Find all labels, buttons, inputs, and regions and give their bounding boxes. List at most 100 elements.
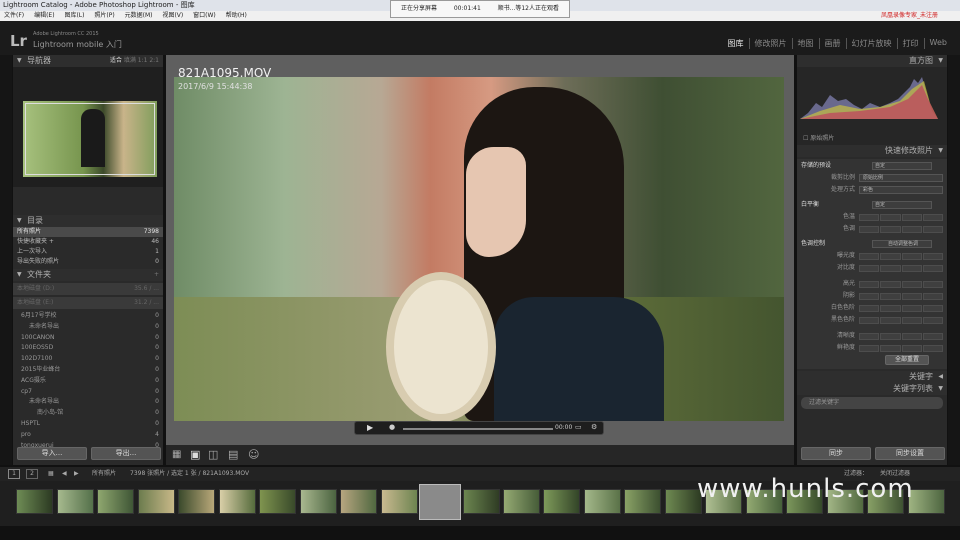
volume-row[interactable]: 本地磁盘 (D:) 35.6 / ...	[13, 283, 163, 295]
filmstrip-thumbnail[interactable]	[138, 489, 175, 514]
back-arrow-icon[interactable]: ◀	[62, 467, 67, 481]
folder-item[interactable]: ACG摄乐 0	[13, 376, 163, 387]
folder-item[interactable]: 未命名导出 0	[13, 397, 163, 408]
saved-preset-select[interactable]: 自定	[872, 162, 932, 170]
filmstrip-thumbnail[interactable]	[624, 489, 661, 514]
keywording-header[interactable]: 关键字 ◀	[797, 371, 947, 383]
catalog-header[interactable]: ▼ 目录	[13, 215, 163, 227]
tone-stepper[interactable]	[859, 280, 943, 288]
share-viewers[interactable]: 顺书...等12人正在观看	[498, 1, 559, 17]
filmstrip-thumbnail-selected[interactable]	[419, 484, 461, 520]
tone-stepper[interactable]	[859, 292, 943, 300]
compare-view-icon[interactable]: ◫	[208, 448, 218, 461]
scrubber-handle-icon[interactable]: ●	[389, 423, 395, 431]
tone-stepper[interactable]	[859, 344, 943, 352]
folder-item[interactable]: 2015毕业蜂台 0	[13, 365, 163, 376]
folder-item[interactable]: 6月17号学校 0	[13, 311, 163, 322]
module-print[interactable]: 打印	[896, 38, 924, 49]
menu-photo[interactable]: 照片(P)	[94, 12, 114, 19]
navigator-viewport[interactable]	[25, 103, 155, 175]
export-button[interactable]: 导出...	[91, 447, 161, 460]
menu-file[interactable]: 文件(F)	[4, 12, 24, 19]
folder-item[interactable]: 102D7100 0	[13, 354, 163, 365]
filmstrip-thumbnail[interactable]	[97, 489, 134, 514]
settings-gear-icon[interactable]: ⚙	[591, 423, 597, 431]
folders-header[interactable]: ▼ 文件夹 +	[13, 269, 163, 281]
module-web[interactable]: Web	[923, 38, 952, 49]
catalog-item[interactable]: 所有照片 7398	[13, 227, 163, 237]
wb-stepper[interactable]	[859, 213, 943, 221]
module-map[interactable]: 地图	[791, 38, 819, 49]
keyword-list-header[interactable]: 关键字列表 ▼	[797, 383, 947, 395]
original-photo-toggle[interactable]: ☐ 原始照片	[803, 133, 834, 142]
navigator-header[interactable]: ▼ 导航器 适合 填满 1:1 2:1	[13, 55, 163, 67]
import-button[interactable]: 导入...	[17, 447, 87, 460]
zoom-2-1[interactable]: 2:1	[149, 57, 159, 64]
reset-all-button[interactable]: 全部重置	[885, 355, 929, 365]
sync-button[interactable]: 同步	[801, 447, 871, 460]
folder-item[interactable]: 100CANON 0	[13, 333, 163, 344]
tone-stepper[interactable]	[859, 316, 943, 324]
filmstrip-thumbnail[interactable]	[57, 489, 94, 514]
forward-arrow-icon[interactable]: ▶	[74, 467, 79, 481]
menu-view[interactable]: 视图(V)	[162, 12, 183, 19]
histogram-header[interactable]: 直方图 ▼	[797, 55, 947, 67]
volume-row[interactable]: 本地磁盘 (E:) 31.2 / ...	[13, 297, 163, 309]
filmstrip-thumbnail[interactable]	[463, 489, 500, 514]
module-book[interactable]: 画册	[818, 38, 846, 49]
filmstrip-thumbnail[interactable]	[219, 489, 256, 514]
play-icon[interactable]: ▶	[367, 423, 373, 432]
zoom-1-1[interactable]: 1:1	[138, 57, 148, 64]
tone-stepper[interactable]	[859, 264, 943, 272]
white-balance-select[interactable]: 自定	[872, 201, 932, 209]
menu-window[interactable]: 窗口(W)	[193, 12, 216, 19]
tone-stepper[interactable]	[859, 332, 943, 340]
navigator-preview[interactable]	[13, 67, 163, 187]
filmstrip-thumbnail[interactable]	[543, 489, 580, 514]
treatment-select[interactable]: 彩色	[859, 186, 943, 194]
catalog-item[interactable]: 快捷收藏夹 + 46	[13, 237, 163, 247]
tone-stepper[interactable]	[859, 252, 943, 260]
quick-develop-header[interactable]: 快速修改照片 ▼	[797, 145, 947, 157]
zoom-fit[interactable]: 适合	[110, 57, 122, 64]
people-view-icon[interactable]: ☺	[248, 448, 259, 461]
folder-item[interactable]: pro 4	[13, 430, 163, 441]
menu-help[interactable]: 帮助(H)	[226, 12, 247, 19]
folder-item[interactable]: 南小岛-馆 0	[13, 408, 163, 419]
add-folder-icon[interactable]: +	[154, 269, 159, 281]
wb-stepper[interactable]	[859, 225, 943, 233]
keyword-filter-input[interactable]: 过滤关键字	[801, 397, 943, 409]
survey-view-icon[interactable]: ▤	[228, 448, 238, 461]
tone-stepper[interactable]	[859, 304, 943, 312]
folder-item[interactable]: 100EOS5D 0	[13, 343, 163, 354]
sync-settings-button[interactable]: 同步设置	[875, 447, 945, 460]
menu-edit[interactable]: 编辑(E)	[34, 12, 54, 19]
module-library[interactable]: 图库	[723, 38, 749, 49]
histogram-graph[interactable]	[800, 73, 938, 119]
filmstrip-source[interactable]: 所有照片	[92, 467, 116, 481]
zoom-fill[interactable]: 填满	[124, 57, 136, 64]
filmstrip-thumbnail[interactable]	[340, 489, 377, 514]
video-timeline[interactable]	[403, 428, 553, 430]
catalog-item[interactable]: 导出失败的照片 0	[13, 257, 163, 267]
catalog-item[interactable]: 上一次导入 1	[13, 247, 163, 257]
loupe-view-icon[interactable]: ▣	[190, 448, 200, 461]
filmstrip-thumbnail[interactable]	[381, 489, 418, 514]
folder-item[interactable]: 未命名导出 0	[13, 322, 163, 333]
grid-view-icon[interactable]: ▦	[172, 449, 181, 460]
module-develop[interactable]: 修改照片	[748, 38, 792, 49]
auto-tone-button[interactable]: 自动调整色调	[872, 240, 932, 248]
filmstrip-thumbnail[interactable]	[178, 489, 215, 514]
folder-item[interactable]: cp7 0	[13, 387, 163, 398]
page-1-button[interactable]: 1	[8, 469, 20, 479]
filmstrip-thumbnail[interactable]	[259, 489, 296, 514]
crop-select[interactable]: 原始比例	[859, 174, 943, 182]
grid-icon[interactable]: ▦	[48, 467, 54, 481]
module-slideshow[interactable]: 幻灯片放映	[845, 38, 897, 49]
filmstrip-thumbnail[interactable]	[16, 489, 53, 514]
filmstrip-thumbnail[interactable]	[503, 489, 540, 514]
menu-metadata[interactable]: 元数据(M)	[125, 12, 153, 19]
folder-item[interactable]: HSPTL 0	[13, 419, 163, 430]
page-2-button[interactable]: 2	[26, 469, 38, 479]
frame-icon[interactable]: ▭	[575, 423, 582, 431]
